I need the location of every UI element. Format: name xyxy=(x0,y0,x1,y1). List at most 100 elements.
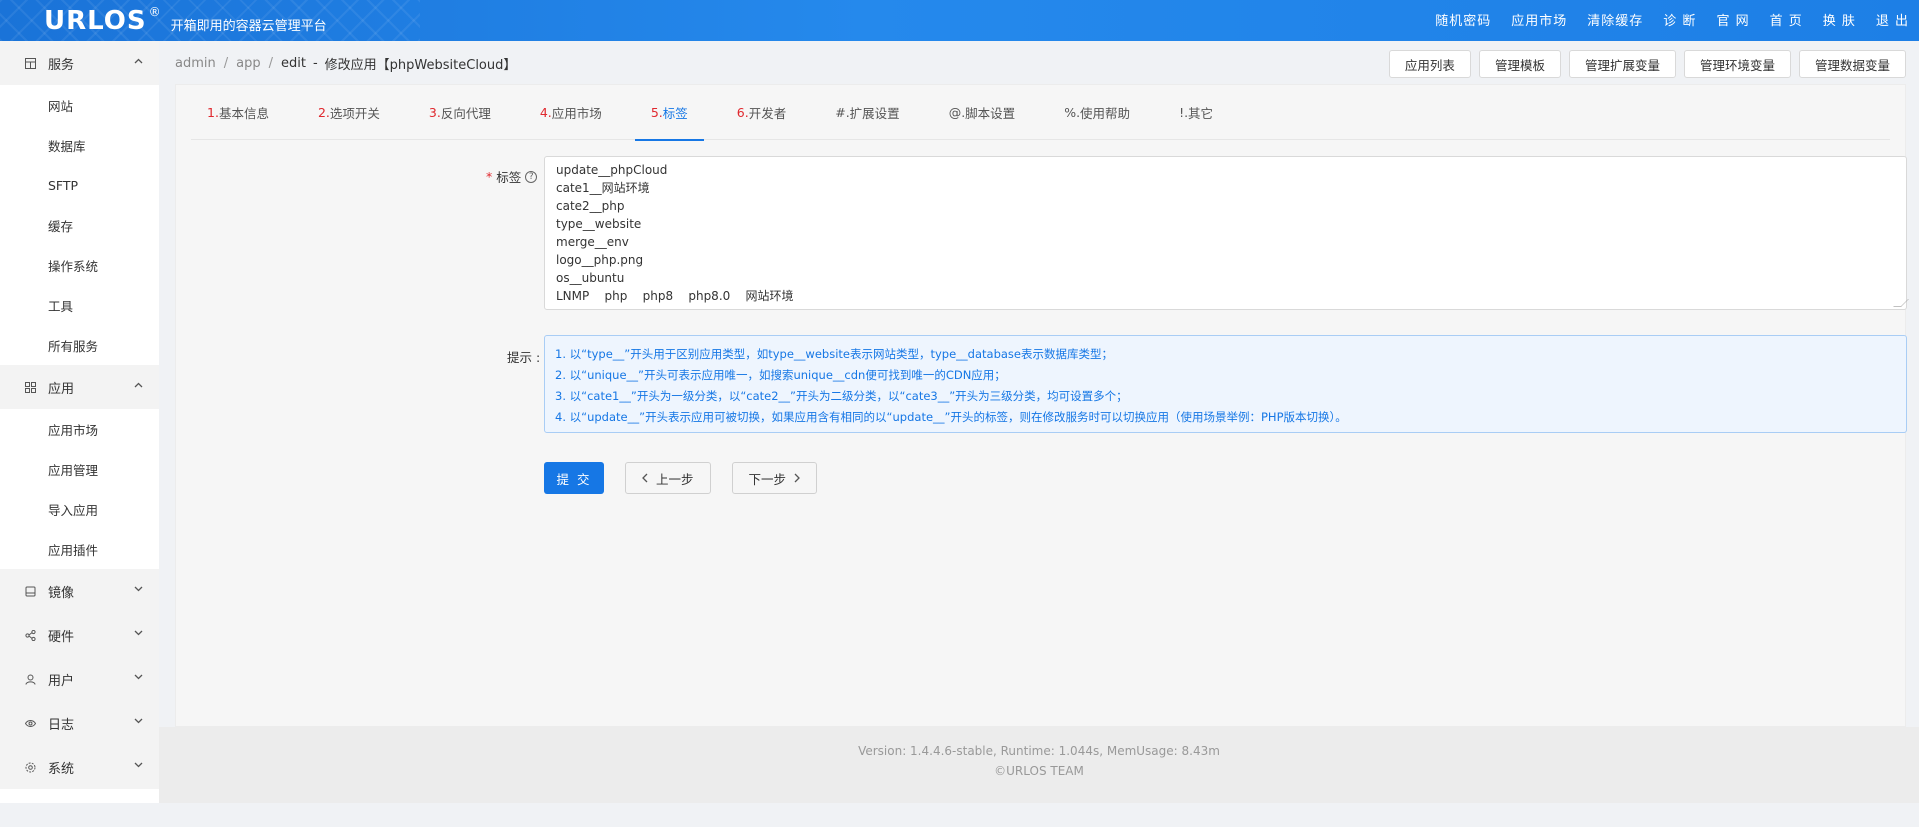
tab-number: %. xyxy=(1064,105,1081,120)
tab-developer[interactable]: 6. 开发者 xyxy=(721,85,802,140)
gear-icon xyxy=(25,762,36,773)
sidebar-item-website[interactable]: 网站 xyxy=(0,85,159,125)
sidebar-item-database[interactable]: 数据库 xyxy=(0,125,159,165)
logo-subtitle: 开箱即用的容器云管理平台 xyxy=(170,19,327,34)
sidebar-group-label: 硬件 xyxy=(48,629,75,645)
tab-script-settings[interactable]: @. 脚本设置 xyxy=(933,85,1032,140)
sidebar-group-label: 服务 xyxy=(48,57,75,73)
nav-skin[interactable]: 换 肤 xyxy=(1823,10,1856,29)
tab-number: 4. xyxy=(539,105,552,120)
nav-random-password[interactable]: 随机密码 xyxy=(1435,10,1491,29)
tags-textarea[interactable]: update__phpCloud cate1__网站环境 cate2__php … xyxy=(544,156,1907,310)
tab-bar: 1. 基本信息 2. 选项开关 3. 反向代理 4. 应用市场 5. 标签 6. 开发者 #… xyxy=(191,85,1890,141)
nav-official-site[interactable]: 官 网 xyxy=(1716,10,1749,29)
tag-label-text: 标签 xyxy=(496,170,522,185)
tab-options[interactable]: 2. 选项开关 xyxy=(302,85,396,140)
tab-label: 脚本设置 xyxy=(965,106,1016,121)
footer-copyright: ©URLOS TEAM xyxy=(994,764,1084,778)
tab-number: !. xyxy=(1179,105,1189,120)
breadcrumb: admin / app / edit - 修改应用【phpWebsiteClou… xyxy=(175,54,516,73)
page-bottom xyxy=(0,803,1919,827)
manage-data-vars-button[interactable]: 管理数据变量 xyxy=(1798,50,1906,78)
tab-ext-settings[interactable]: #. 扩展设置 xyxy=(819,85,915,140)
nav-home[interactable]: 首 页 xyxy=(1770,10,1803,29)
sidebar: 服务 网站 数据库 SFTP 缓存 操作系统 工具 所有服务 应用 应用市场 应… xyxy=(0,41,159,803)
tab-label: 选项开关 xyxy=(329,106,380,121)
tab-label: 其它 xyxy=(1188,106,1214,121)
chevron-down-icon xyxy=(134,674,143,680)
manage-template-button[interactable]: 管理模板 xyxy=(1478,50,1561,78)
sidebar-group-images[interactable]: 镜像 xyxy=(0,569,159,613)
chevron-down-icon xyxy=(134,718,143,724)
sidebar-group-users[interactable]: 用户 xyxy=(0,657,159,701)
sidebar-group-hardware[interactable]: 硬件 xyxy=(0,613,159,657)
tab-number: 6. xyxy=(736,105,749,120)
nav-diagnose[interactable]: 诊 断 xyxy=(1663,10,1696,29)
next-step-button[interactable]: 下一步 xyxy=(731,462,818,494)
breadcrumb-current: edit xyxy=(281,56,306,71)
sidebar-item-sftp[interactable]: SFTP xyxy=(0,165,159,205)
help-icon[interactable]: ? xyxy=(525,170,538,183)
tab-tags[interactable]: 5. 标签 xyxy=(634,85,704,141)
nav-clear-cache[interactable]: 清除缓存 xyxy=(1587,10,1643,29)
tab-label: 基本信息 xyxy=(218,106,269,121)
tab-label: 扩展设置 xyxy=(849,106,900,121)
sidebar-item-all-services[interactable]: 所有服务 xyxy=(0,325,159,365)
manage-ext-vars-button[interactable]: 管理扩展变量 xyxy=(1568,50,1676,78)
breadcrumb-separator: / xyxy=(268,56,273,71)
required-mark: * xyxy=(486,169,493,184)
tab-label: 开发者 xyxy=(748,106,787,121)
chevron-right-icon xyxy=(794,473,800,483)
tab-other[interactable]: !. 其它 xyxy=(1163,85,1229,140)
sidebar-item-tools[interactable]: 工具 xyxy=(0,285,159,325)
breadcrumb-separator: / xyxy=(223,56,229,71)
tab-reverse-proxy[interactable]: 3. 反向代理 xyxy=(413,85,507,140)
edit-panel: 1. 基本信息 2. 选项开关 3. 反向代理 4. 应用市场 5. 标签 6. 开发者 #… xyxy=(175,84,1909,727)
logo[interactable]: URLOS ® 开箱即用的容器云管理平台 xyxy=(44,0,327,41)
sidebar-services-list: 网站 数据库 SFTP 缓存 操作系统 工具 所有服务 xyxy=(0,85,159,365)
manage-env-vars-button[interactable]: 管理环境变量 xyxy=(1683,50,1791,78)
breadcrumb-admin[interactable]: admin xyxy=(175,56,216,71)
tab-label: 应用市场 xyxy=(551,106,602,121)
breadcrumb-app[interactable]: app xyxy=(236,56,260,71)
logo-text: URLOS xyxy=(44,5,147,36)
prev-step-button[interactable]: 上一步 xyxy=(625,462,711,494)
nav-app-market[interactable]: 应用市场 xyxy=(1511,10,1567,29)
eye-icon xyxy=(25,718,36,729)
hint-line: 3. 以“cate1__”开头为一级分类，以“cate2__”开头为二级分类，以… xyxy=(555,389,1128,403)
top-nav: 随机密码 应用市场 清除缓存 诊 断 官 网 首 页 换 肤 退 出 xyxy=(1415,0,1909,38)
footer-version: Version: 1.4.4.6-stable, Runtime: 1.044s… xyxy=(858,744,1220,758)
sidebar-group-apps[interactable]: 应用 xyxy=(0,365,159,409)
tab-basic-info[interactable]: 1. 基本信息 xyxy=(191,85,285,140)
sidebar-item-app-market[interactable]: 应用市场 xyxy=(0,409,159,449)
tab-label: 反向代理 xyxy=(440,106,491,121)
footer: Version: 1.4.4.6-stable, Runtime: 1.044s… xyxy=(159,727,1919,803)
sidebar-item-cache[interactable]: 缓存 xyxy=(0,205,159,245)
page-title: 修改应用【phpWebsiteCloud】 xyxy=(324,58,517,73)
tab-help[interactable]: %. 使用帮助 xyxy=(1048,85,1146,140)
app-list-button[interactable]: 应用列表 xyxy=(1388,50,1471,78)
services-icon xyxy=(25,57,36,69)
submit-button[interactable]: 提 交 xyxy=(544,462,604,494)
tag-label: * 标签 ? xyxy=(486,167,538,186)
sidebar-item-os[interactable]: 操作系统 xyxy=(0,245,159,285)
image-icon xyxy=(25,586,36,597)
hint-line: 4. 以“update__”开头表示应用可被切换，如果应用含有相同的以“upda… xyxy=(555,410,1347,424)
nav-logout[interactable]: 退 出 xyxy=(1876,10,1909,29)
tab-number: #. xyxy=(835,105,850,120)
sidebar-item-app-manage[interactable]: 应用管理 xyxy=(0,449,159,489)
chevron-down-icon xyxy=(134,586,143,592)
sidebar-group-logs[interactable]: 日志 xyxy=(0,701,159,745)
sidebar-item-app-plugins[interactable]: 应用插件 xyxy=(0,529,159,569)
tab-label: 标签 xyxy=(662,106,688,121)
form-actions: 提 交 上一步 下一步 xyxy=(544,462,818,494)
sidebar-group-services[interactable]: 服务 xyxy=(0,41,159,85)
breadcrumb-dash: - xyxy=(312,56,318,71)
next-step-label: 下一步 xyxy=(748,471,787,487)
grid-icon xyxy=(25,381,36,393)
sidebar-apps-list: 应用市场 应用管理 导入应用 应用插件 xyxy=(0,409,159,569)
tab-app-market[interactable]: 4. 应用市场 xyxy=(524,85,618,140)
sidebar-item-import-app[interactable]: 导入应用 xyxy=(0,489,159,529)
logo-registered-mark: ® xyxy=(148,4,161,19)
sidebar-group-system[interactable]: 系统 xyxy=(0,745,159,789)
